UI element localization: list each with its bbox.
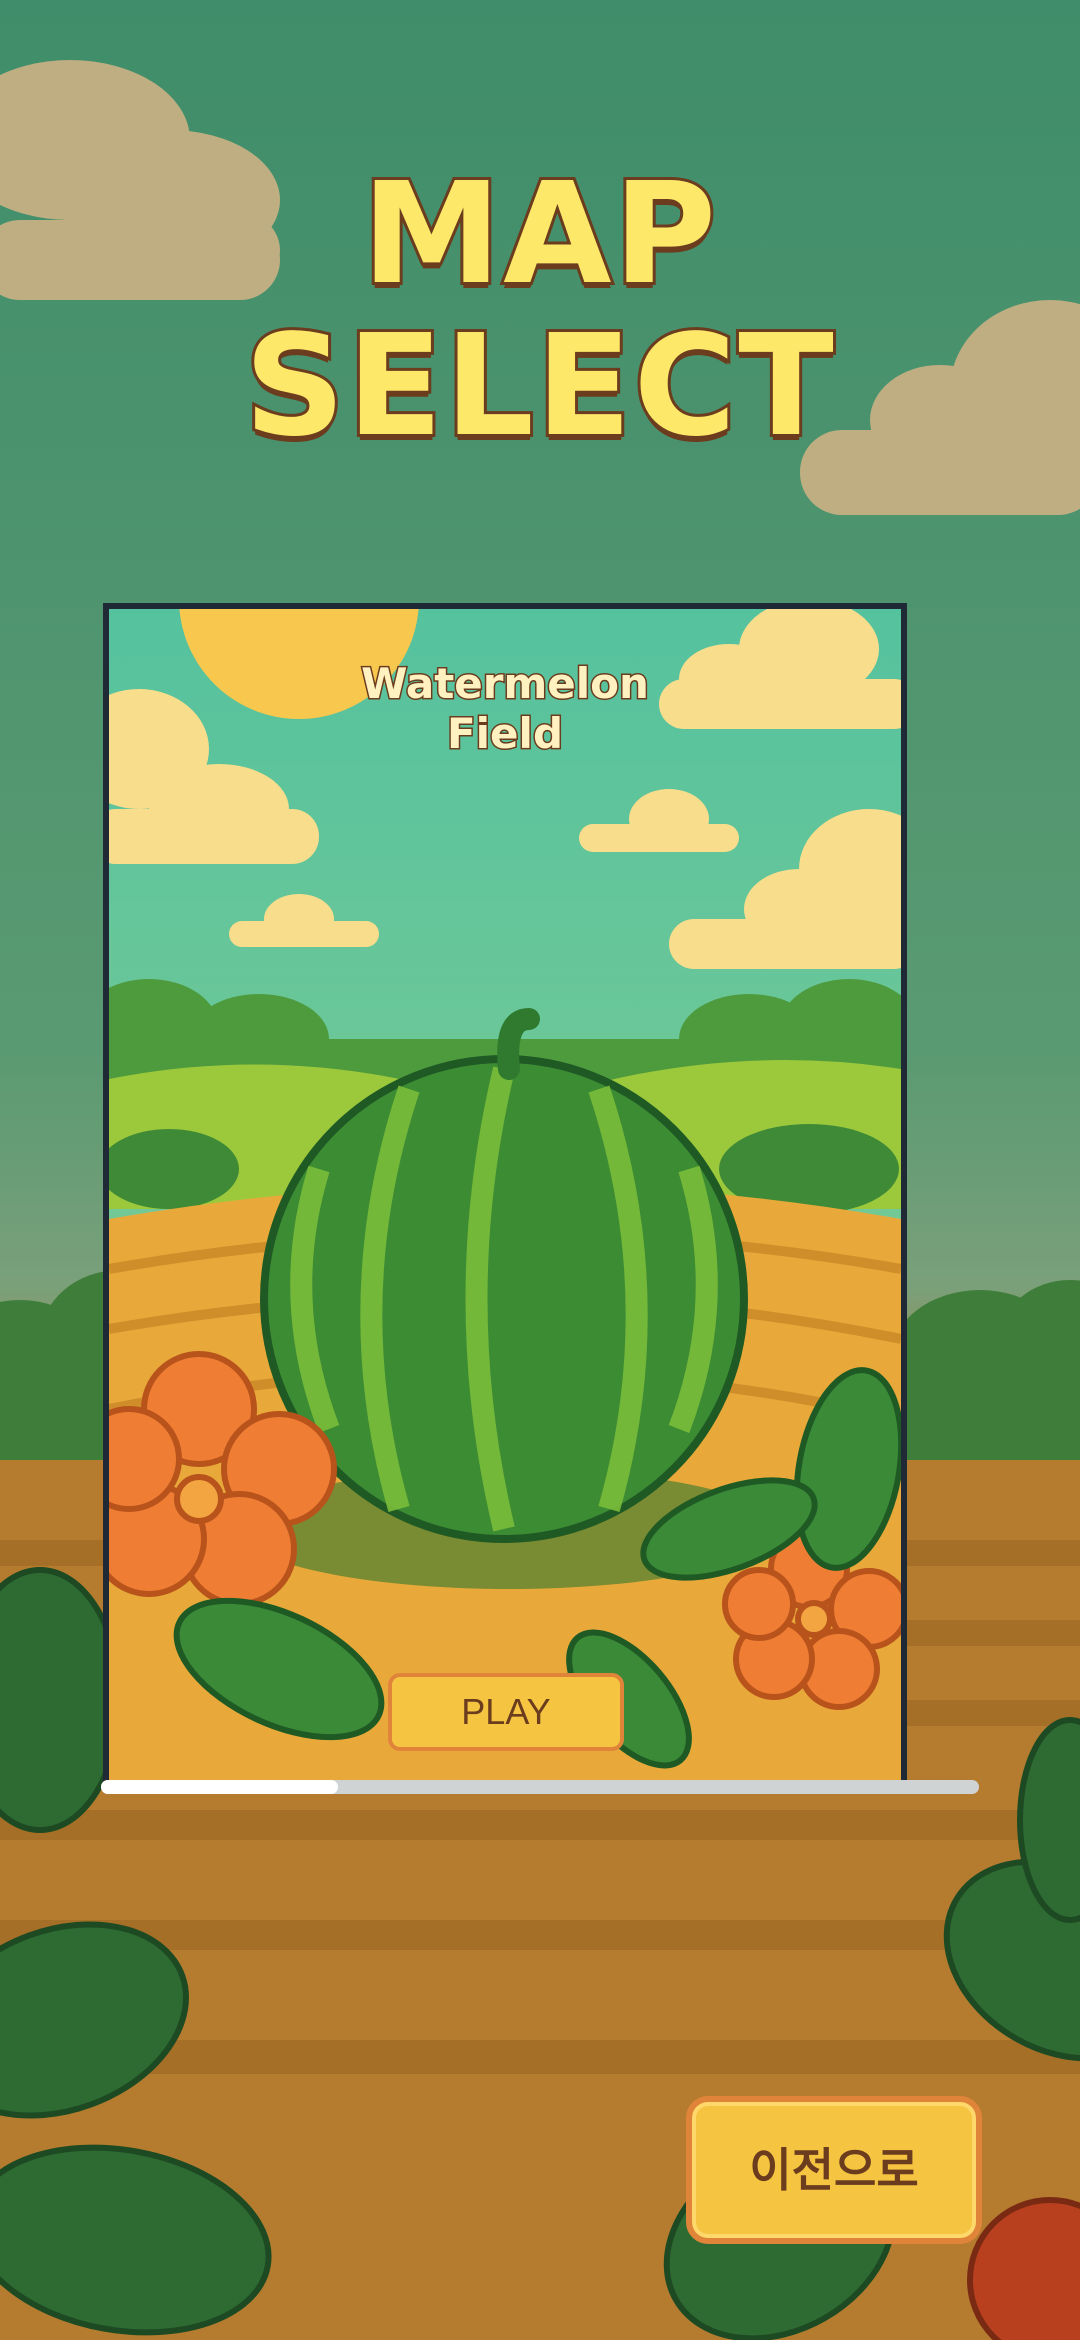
map-illustration [109,609,901,1787]
screen-title-line2: SELECT [241,305,837,468]
carousel-scrollbar[interactable] [101,1780,979,1794]
carousel-scrollbar-thumb[interactable] [101,1780,338,1794]
play-button[interactable]: PLAY [388,1673,624,1751]
back-button[interactable]: 이전으로 [686,2096,982,2244]
map-card-watermelon-field[interactable]: Watermelon Field PLAY [103,603,907,1787]
screen-title-line1: MAP [359,153,719,316]
map-name-line2: Field [445,708,564,760]
map-name-line1: Watermelon [360,658,651,710]
